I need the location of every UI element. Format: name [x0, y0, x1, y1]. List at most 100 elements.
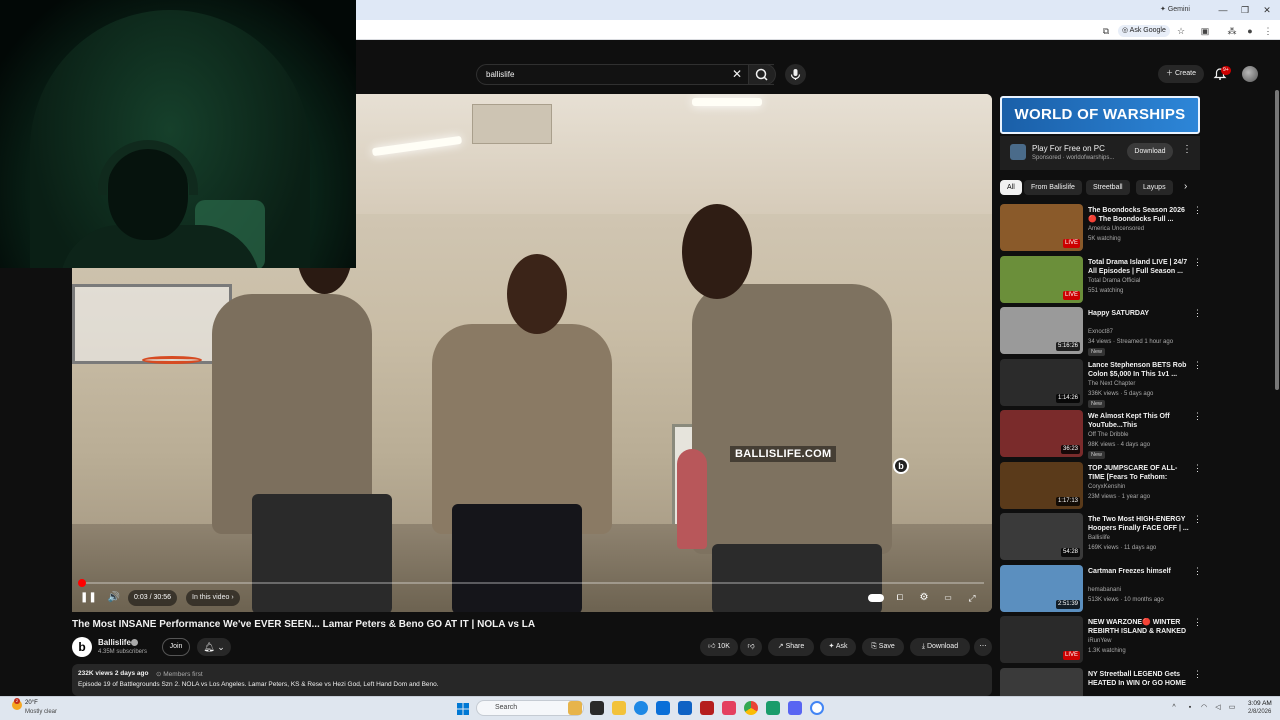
rec-title[interactable]: NEW WARZONE🔴 WINTER REBIRTH ISLAND & RAN… — [1088, 618, 1190, 636]
rec-channel[interactable]: Exnoct87 — [1088, 329, 1113, 335]
menu-dots-icon[interactable]: ⋮ — [1262, 25, 1274, 37]
maximize-button[interactable]: ❐ — [1234, 3, 1256, 17]
rec-more-icon[interactable]: ⋮ — [1193, 205, 1202, 216]
search-button[interactable] — [748, 64, 776, 85]
like-button[interactable]: 👍︎ 10K — [700, 638, 738, 656]
google-icon[interactable] — [810, 701, 824, 715]
battery-icon[interactable]: ▭ — [1228, 704, 1236, 712]
ask-google-button[interactable]: ◎ Ask Google — [1118, 25, 1170, 37]
ad-title[interactable]: Play For Free on PC — [1032, 144, 1105, 153]
account-avatar[interactable] — [1242, 66, 1258, 82]
rec-more-icon[interactable]: ⋮ — [1193, 257, 1202, 268]
store-icon[interactable] — [656, 701, 670, 715]
rec-thumbnail[interactable]: LIVE — [1000, 204, 1083, 251]
rec-thumbnail[interactable]: 5:16:26 — [1000, 307, 1083, 354]
close-window-button[interactable]: ✕ — [1256, 3, 1278, 17]
captions-button[interactable]: ⧠ — [892, 590, 908, 606]
gemini-button[interactable]: ✦ Gemini — [1160, 5, 1190, 13]
taskbar-app-icon[interactable] — [568, 701, 582, 715]
download-button[interactable]: ⤓ Download — [910, 638, 970, 656]
autoplay-toggle[interactable] — [868, 594, 884, 602]
close-icon[interactable]: ✕ — [730, 66, 744, 82]
join-button[interactable]: Join — [162, 638, 190, 656]
file-explorer-icon[interactable] — [612, 701, 626, 715]
app-icon-red[interactable] — [700, 701, 714, 715]
share-button[interactable]: ↗ Share — [768, 638, 814, 656]
app-icon-green[interactable] — [766, 701, 780, 715]
rec-title[interactable]: The Two Most HIGH-ENERGY Hoopers Finally… — [1088, 515, 1190, 533]
search-input[interactable] — [486, 68, 716, 81]
rec-more-icon[interactable]: ⋮ — [1193, 411, 1202, 422]
rec-title[interactable]: Cartman Freezes himself — [1088, 567, 1190, 576]
pause-button[interactable]: ❚❚ — [80, 590, 97, 606]
rec-title[interactable]: We Almost Kept This Off YouTube...This C… — [1088, 412, 1190, 430]
rec-channel[interactable]: America Uncensored — [1088, 226, 1144, 232]
rec-thumbnail[interactable]: LIVE — [1000, 616, 1083, 663]
chip-all[interactable]: All — [1000, 180, 1022, 195]
chip-from-ballislife[interactable]: From Ballislife — [1024, 180, 1082, 195]
fullscreen-button[interactable]: ⤢ — [964, 590, 980, 606]
rec-more-icon[interactable]: ⋮ — [1193, 308, 1202, 319]
rec-thumbnail[interactable]: 36:23 — [1000, 410, 1083, 457]
channel-watermark-button[interactable]: b — [893, 458, 909, 474]
rec-more-icon[interactable]: ⋮ — [1193, 669, 1202, 680]
edge-icon[interactable] — [634, 701, 648, 715]
rec-channel[interactable]: Ballislife — [1088, 535, 1110, 541]
progress-scrubber[interactable] — [78, 579, 86, 587]
clock-time[interactable]: 3:09 AM — [1248, 700, 1272, 707]
ask-button[interactable]: ✦ Ask — [820, 638, 856, 656]
scrollbar-thumb[interactable] — [1275, 90, 1279, 390]
install-app-icon[interactable]: ⧉ — [1100, 25, 1112, 37]
progress-bar[interactable] — [80, 582, 984, 584]
app-icon-pink[interactable] — [722, 701, 736, 715]
outlook-icon[interactable] — [678, 701, 692, 715]
chip-streetball[interactable]: Streetball — [1086, 180, 1130, 195]
save-button[interactable]: ⎘ Save — [862, 638, 904, 656]
rec-channel[interactable]: iRunYew — [1088, 638, 1111, 644]
extensions-icon[interactable]: ⁂ — [1226, 25, 1238, 37]
rec-title[interactable]: Happy SATURDAY — [1088, 309, 1190, 318]
dislike-button[interactable]: 👎︎ — [740, 638, 762, 656]
rec-title[interactable]: TOP JUMPSCARE OF ALL-TIME [Fears To Fath… — [1088, 464, 1190, 482]
rec-title[interactable]: Lance Stephenson BETS Rob Colon $5,000 I… — [1088, 361, 1190, 379]
volume-button[interactable]: 🔊 — [106, 590, 122, 606]
rec-channel[interactable]: The Next Chapter — [1088, 381, 1135, 387]
wifi-icon[interactable]: ◠ — [1200, 704, 1208, 712]
discord-icon[interactable] — [788, 701, 802, 715]
rec-thumbnail[interactable]: 54:28 — [1000, 513, 1083, 560]
clock-date[interactable]: 2/8/2026 — [1248, 709, 1271, 715]
description-box[interactable] — [72, 664, 992, 696]
rec-channel[interactable]: hemabanani — [1088, 587, 1121, 593]
weather-temperature[interactable]: 20°F — [25, 700, 38, 706]
settings-button[interactable]: ⚙ — [916, 590, 932, 606]
rec-title[interactable]: Total Drama Island LIVE | 24/7 All Episo… — [1088, 258, 1190, 276]
start-button[interactable] — [457, 702, 469, 715]
miniplayer-button[interactable]: ▭ — [940, 590, 956, 606]
channel-name[interactable]: Ballislife — [98, 638, 131, 647]
channel-avatar[interactable]: b — [72, 637, 92, 657]
sidebar-icon[interactable]: ▣ — [1199, 25, 1211, 37]
task-view-icon[interactable] — [590, 701, 604, 715]
rec-thumbnail[interactable]: 2:51:39 — [1000, 564, 1083, 612]
rec-more-icon[interactable]: ⋮ — [1193, 360, 1202, 371]
more-actions-button[interactable]: ⋯ — [974, 638, 992, 656]
rec-thumbnail[interactable]: 1:17:13 — [1000, 461, 1083, 509]
ad-banner[interactable]: WORLD OF WARSHIPS — [1000, 96, 1200, 134]
rec-title[interactable]: NY Streetball LEGEND Gets HEATED In WIN … — [1088, 670, 1190, 688]
chrome-icon[interactable] — [744, 701, 758, 715]
chevron-right-icon[interactable]: › — [1184, 181, 1187, 192]
rec-title[interactable]: The Boondocks Season 2026 🔴 The Boondock… — [1088, 206, 1190, 224]
profile-icon[interactable]: ● — [1244, 25, 1256, 37]
rec-thumbnail[interactable]: 1:14:26 — [1000, 358, 1083, 406]
subscribed-bell-button[interactable]: 🔔︎ ⌄ — [197, 638, 231, 656]
rec-more-icon[interactable]: ⋮ — [1193, 566, 1202, 577]
rec-channel[interactable]: Off The Dribble — [1088, 432, 1128, 438]
minimize-button[interactable]: — — [1212, 3, 1234, 17]
rec-thumbnail[interactable]: LIVE — [1000, 255, 1083, 303]
rec-channel[interactable]: CoryxKenshin — [1088, 484, 1125, 490]
ad-download-button[interactable]: Download — [1127, 143, 1173, 160]
voice-search-button[interactable] — [785, 64, 806, 85]
chapter-button[interactable]: In this video › — [186, 590, 240, 606]
rec-channel[interactable]: Total Drama Official — [1088, 278, 1140, 284]
bookmark-star-icon[interactable]: ☆ — [1175, 25, 1187, 37]
